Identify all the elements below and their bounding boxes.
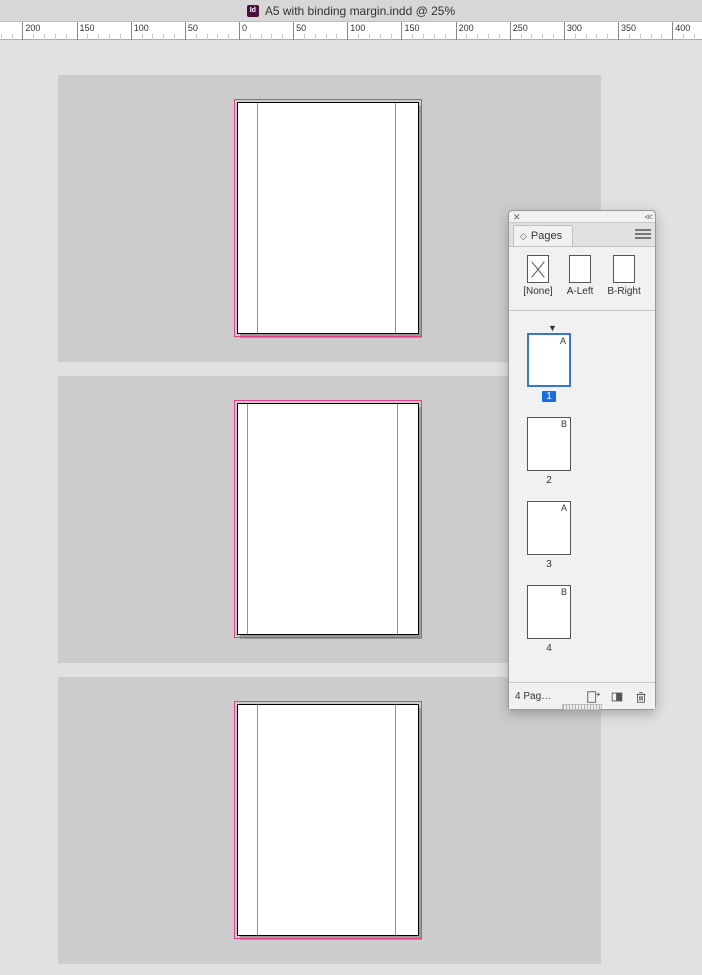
page-number-label: 3 — [527, 559, 571, 570]
master-a-left[interactable]: A-Left — [567, 255, 594, 297]
page-thumbnail[interactable]: B4 — [527, 585, 571, 654]
page-thumb: B — [527, 417, 571, 471]
page-number-label: 1 — [542, 391, 556, 402]
page-thumbnail[interactable]: B2 — [527, 417, 571, 486]
spine-marker-icon: ▼ — [548, 323, 557, 333]
page-border — [237, 403, 419, 635]
master-thumb — [569, 255, 591, 283]
collapse-icon[interactable]: << — [644, 212, 651, 222]
master-none[interactable]: [None] — [523, 255, 552, 297]
margin-guide — [395, 102, 396, 334]
master-label: B-Right — [607, 286, 640, 297]
page-master-label: B — [561, 419, 567, 429]
margin-guide — [257, 704, 258, 936]
margin-guide — [247, 403, 248, 635]
new-spread-icon[interactable] — [609, 689, 625, 705]
page-list[interactable]: ▼ A1B2A3B4 — [509, 323, 655, 683]
master-label: [None] — [523, 286, 552, 297]
master-b-right[interactable]: B-Right — [607, 255, 640, 297]
page-thumb: A — [527, 333, 571, 387]
page-1[interactable] — [237, 102, 419, 334]
page-number-label: 2 — [527, 475, 571, 486]
margin-guide — [397, 403, 398, 635]
page-master-label: B — [561, 587, 567, 597]
page-3[interactable] — [237, 704, 419, 936]
margin-guide — [395, 704, 396, 936]
page-master-label: A — [561, 503, 567, 513]
page-number-label: 4 — [527, 643, 571, 654]
close-icon[interactable]: ✕ — [513, 212, 521, 223]
page-master-label: A — [560, 336, 566, 346]
trash-icon[interactable] — [633, 689, 649, 705]
page-thumb: B — [527, 585, 571, 639]
document-title: A5 with binding margin.indd @ 25% — [265, 4, 455, 18]
page-border — [237, 102, 419, 334]
master-label: A-Left — [567, 286, 594, 297]
panel-resize-grip[interactable] — [562, 704, 602, 710]
panel-tab-row: ◇ Pages — [509, 223, 655, 247]
new-page-icon[interactable] — [585, 689, 601, 705]
horizontal-ruler[interactable]: 20015010050050100150200250300350400 — [0, 22, 702, 40]
panel-header-row: ✕ << — [509, 211, 655, 223]
master-thumb — [527, 255, 549, 283]
page-thumbnail[interactable]: A1 — [527, 333, 571, 402]
pages-panel[interactable]: ✕ << ◇ Pages [None] A-Left B-Right ▼ A1B… — [508, 210, 656, 710]
page-thumb: A — [527, 501, 571, 555]
page-border — [237, 704, 419, 936]
app-icon: Id — [247, 5, 259, 17]
master-thumb — [613, 255, 635, 283]
title-bar: Id A5 with binding margin.indd @ 25% — [0, 0, 702, 22]
panel-menu-icon[interactable] — [635, 228, 651, 240]
page-thumbnail[interactable]: A3 — [527, 501, 571, 570]
tab-pages[interactable]: ◇ Pages — [513, 225, 573, 246]
expand-icon: ◇ — [520, 231, 527, 242]
master-pages-row: [None] A-Left B-Right — [509, 247, 655, 311]
spread-3[interactable] — [58, 677, 601, 964]
bleed-guide — [234, 701, 422, 939]
page-count-label: 4 Pag… — [515, 691, 551, 702]
tab-label: Pages — [531, 230, 562, 242]
bleed-guide — [234, 99, 422, 337]
bleed-guide — [234, 400, 422, 638]
margin-guide — [257, 102, 258, 334]
page-2[interactable] — [237, 403, 419, 635]
